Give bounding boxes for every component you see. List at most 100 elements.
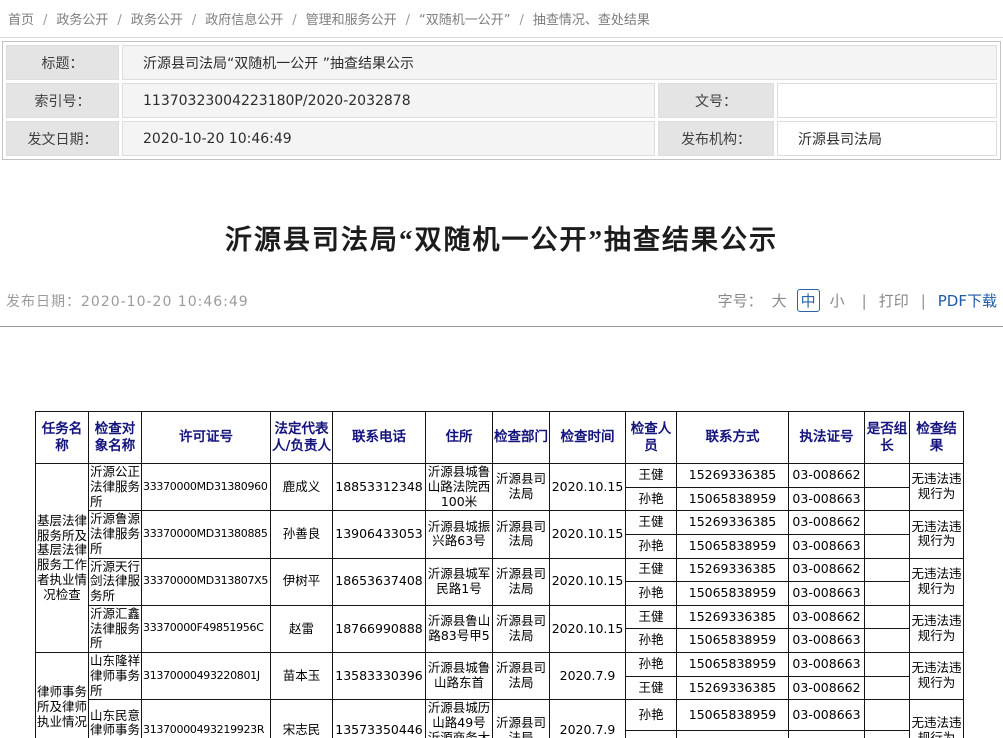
cell-department: 沂源县司法局 — [493, 464, 550, 511]
cell-is-leader — [865, 464, 910, 488]
meta-publisher-label: 发布机构： — [658, 121, 774, 156]
cell-cert-number: 03-008662 — [789, 464, 865, 488]
breadcrumb-item[interactable]: 政府信息公开 — [205, 13, 283, 28]
cell-department: 沂源县司法局 — [493, 700, 550, 738]
column-header: 住所 — [426, 412, 493, 464]
cell-is-leader — [865, 629, 910, 653]
cell-result: 无违法违规行为 — [910, 700, 964, 738]
separator: | — [862, 292, 867, 310]
table-row: 基层法律服务所及基层法律服务工作者执业情况检查沂源公正法律服务所33370000… — [36, 464, 964, 488]
cell-representative: 伊树平 — [271, 558, 333, 605]
meta-row-title: 标题： 沂源县司法局“双随机一公开 ”抽查结果公示 — [6, 45, 997, 80]
cell-cert-number: 03-008663 — [789, 629, 865, 653]
cell-license: 33370000MD31380885 — [142, 511, 271, 558]
column-header: 许可证号 — [142, 412, 271, 464]
column-header: 任务名称 — [36, 412, 89, 464]
cell-license: 31370000493219923R — [142, 700, 271, 738]
separator: | — [921, 292, 926, 310]
page-title: 沂源县司法局“双随机一公开”抽查结果公示 — [10, 218, 993, 257]
breadcrumb-item[interactable]: “双随机一公开” — [419, 13, 510, 28]
cell-inspector-name: 王健 — [626, 464, 677, 488]
meta-row-date: 发文日期： 2020-10-20 10:46:49 发布机构： 沂源县司法局 — [6, 121, 997, 156]
cell-is-leader — [865, 676, 910, 700]
font-size-large-button[interactable]: 大 — [772, 290, 787, 311]
cell-phone: 18853312348 — [333, 464, 426, 511]
cell-inspector-name: 王健 — [626, 605, 677, 629]
cell-inspector-name: 王健 — [626, 511, 677, 535]
cell-is-leader — [865, 653, 910, 677]
breadcrumb-item[interactable]: 管理和服务公开 — [306, 13, 397, 28]
breadcrumb-separator: / — [292, 13, 296, 28]
cell-object-name: 沂源公正法律服务所 — [89, 464, 142, 511]
cell-inspector-contact: 15269336385 — [677, 558, 789, 582]
meta-publisher-value: 沂源县司法局 — [777, 121, 997, 156]
cell-license: 31370000493220801J — [142, 653, 271, 700]
cell-inspection-date: 2020.10.15 — [550, 558, 626, 605]
cell-is-leader — [865, 511, 910, 535]
cell-inspector-name: 孙艳 — [626, 534, 677, 558]
cell-inspector-name: 王健 — [626, 731, 677, 738]
cell-is-leader — [865, 731, 910, 738]
breadcrumb-item[interactable]: 政务公开 — [56, 13, 108, 28]
cell-inspector-name: 孙艳 — [626, 487, 677, 511]
cell-inspector-contact: 15065838959 — [677, 629, 789, 653]
cell-inspection-date: 2020.10.15 — [550, 464, 626, 511]
cell-address: 沂源县城军民路1号 — [426, 558, 493, 605]
cell-is-leader — [865, 605, 910, 629]
cell-department: 沂源县司法局 — [493, 653, 550, 700]
cell-phone: 13573350446 — [333, 700, 426, 738]
cell-is-leader — [865, 534, 910, 558]
meta-table: 标题： 沂源县司法局“双随机一公开 ”抽查结果公示 索引号： 113703230… — [2, 41, 1001, 160]
cell-inspection-date: 2020.7.9 — [550, 700, 626, 738]
column-header: 检查人员 — [626, 412, 677, 464]
cell-representative: 赵雷 — [271, 605, 333, 652]
cell-address: 沂源县城鲁山路法院西100米 — [426, 464, 493, 511]
cell-is-leader — [865, 700, 910, 731]
font-size-controls: 字号： 大 中 小 | 打印 | PDF下载 — [718, 289, 997, 312]
cell-is-leader — [865, 558, 910, 582]
meta-index-label: 索引号： — [6, 83, 119, 118]
table-row: 律师事务所及律师执业情况山东隆祥律师事务所31370000493220801J苗… — [36, 653, 964, 677]
cell-inspector-contact: 15065838959 — [677, 487, 789, 511]
breadcrumb: 首页/政务公开/政务公开/政府信息公开/管理和服务公开/“双随机一公开”/抽查情… — [0, 0, 1003, 38]
cell-cert-number: 03-008663 — [789, 582, 865, 606]
font-size-medium-button[interactable]: 中 — [797, 289, 820, 312]
inspection-table: 任务名称检查对象名称许可证号法定代表人/负责人联系电话住所检查部门检查时间检查人… — [35, 411, 964, 738]
print-button[interactable]: 打印 — [879, 290, 909, 311]
cell-inspector-name: 孙艳 — [626, 700, 677, 731]
cell-inspector-name: 王健 — [626, 676, 677, 700]
cell-inspection-date: 2020.10.15 — [550, 511, 626, 558]
cell-result: 无违法违规行为 — [910, 464, 964, 511]
column-header: 联系方式 — [677, 412, 789, 464]
breadcrumb-item[interactable]: 抽查情况、查处结果 — [533, 13, 650, 28]
breadcrumb-item[interactable]: 政务公开 — [131, 13, 183, 28]
cell-cert-number: 03-008662 — [789, 676, 865, 700]
cell-phone: 13906433053 — [333, 511, 426, 558]
cell-cert-number: 03-008662 — [789, 558, 865, 582]
cell-is-leader — [865, 487, 910, 511]
column-header: 是否组长 — [865, 412, 910, 464]
column-header: 执法证号 — [789, 412, 865, 464]
cell-representative: 宋志民 — [271, 700, 333, 738]
pdf-download-button[interactable]: PDF下载 — [938, 290, 997, 311]
cell-inspector-contact: 15065838959 — [677, 534, 789, 558]
meta-title-label: 标题： — [6, 45, 119, 80]
font-size-small-button[interactable]: 小 — [830, 290, 845, 311]
cell-representative: 鹿成义 — [271, 464, 333, 511]
breadcrumb-item[interactable]: 首页 — [8, 13, 34, 28]
column-header: 检查部门 — [493, 412, 550, 464]
cell-inspector-contact: 15269336385 — [677, 731, 789, 738]
cell-department: 沂源县司法局 — [493, 605, 550, 652]
meta-index-value: 11370323004223180P/2020-2032878 — [122, 83, 655, 118]
meta-doc-number-label: 文号： — [658, 83, 774, 118]
meta-issue-date-value: 2020-10-20 10:46:49 — [122, 121, 655, 156]
font-size-label: 字号： — [718, 290, 763, 311]
cell-license: 33370000F49851956C — [142, 605, 271, 652]
cell-inspector-contact: 15065838959 — [677, 582, 789, 606]
column-header: 法定代表人/负责人 — [271, 412, 333, 464]
cell-address: 沂源县鲁山路83号甲5 — [426, 605, 493, 652]
cell-cert-number: 03-008662 — [789, 511, 865, 535]
cell-inspector-name: 孙艳 — [626, 653, 677, 677]
cell-inspector-contact: 15269336385 — [677, 676, 789, 700]
publish-date-label: 发布日期： — [6, 294, 81, 310]
